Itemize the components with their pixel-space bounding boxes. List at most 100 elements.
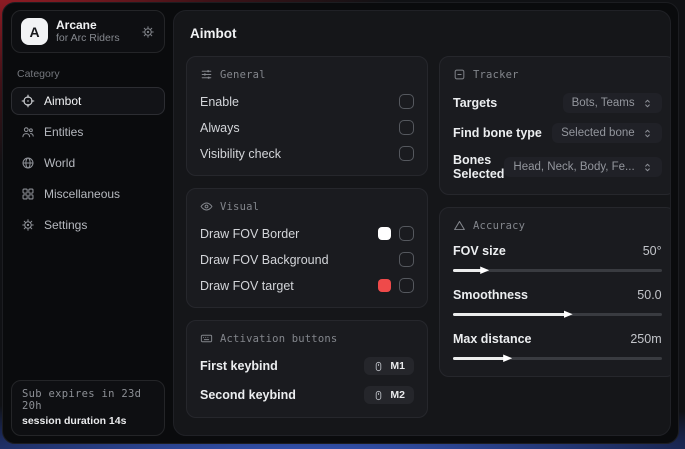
visual-card-title: Visual (220, 201, 259, 213)
sidebar-item-miscellaneous[interactable]: Miscellaneous (11, 180, 165, 208)
users-icon (21, 125, 35, 139)
general-card-title: General (220, 69, 266, 81)
subscription-status-card: Sub expires in 23d 20h session duration … (11, 380, 165, 436)
draw-fov-target-checkbox[interactable] (399, 278, 414, 293)
dropdown-value: Bots, Teams (572, 97, 635, 109)
general-card-header: General (200, 68, 414, 81)
tracker-card-title: Tracker (473, 69, 519, 81)
keyboard-icon (200, 332, 213, 345)
general-card: General Enable Always (186, 56, 428, 176)
dropdown-value: Selected bone (561, 127, 635, 139)
setting-label: Second keybind (200, 388, 296, 402)
accuracy-card-title: Accuracy (473, 220, 525, 232)
slider-fill (453, 313, 566, 316)
left-column: General Enable Always (186, 56, 428, 418)
sidebar-item-label: Miscellaneous (44, 187, 120, 201)
slider-handle[interactable] (564, 310, 573, 319)
activation-buttons-card: Activation buttons First keybind (186, 320, 428, 418)
draw-fov-border-checkbox[interactable] (399, 226, 414, 241)
max-distance-slider[interactable] (453, 354, 662, 363)
setting-label: Smoothness (453, 288, 528, 302)
draw-fov-background-checkbox[interactable] (399, 252, 414, 267)
keybind-value: M2 (390, 389, 405, 401)
slider-handle[interactable] (503, 354, 512, 363)
slider-row: FOV size 50° (453, 244, 662, 275)
sliders-icon (200, 68, 213, 81)
gear-icon (21, 218, 35, 232)
fov-size-value: 50° (643, 244, 662, 258)
setting-label: First keybind (200, 359, 278, 373)
sidebar-item-label: Entities (44, 125, 83, 139)
setting-row: Draw FOV target (200, 277, 414, 294)
bones-selected-dropdown[interactable]: Head, Neck, Body, Fe... (504, 157, 661, 177)
unfold-icon (642, 98, 653, 109)
max-distance-value: 250m (630, 332, 661, 346)
setting-row: Targets Bots, Teams (453, 93, 662, 113)
visual-card: Visual Draw FOV Border Dr (186, 188, 428, 308)
session-duration-text: session duration 14s (22, 415, 154, 427)
sidebar-item-settings[interactable]: Settings (11, 211, 165, 239)
brand-gear-icon[interactable] (141, 25, 155, 39)
slider-handle[interactable] (480, 266, 489, 275)
targets-dropdown[interactable]: Bots, Teams (563, 93, 662, 113)
setting-label: Always (200, 121, 240, 135)
fov-size-slider[interactable] (453, 266, 662, 275)
always-checkbox[interactable] (399, 120, 414, 135)
scan-icon (453, 68, 466, 81)
sidebar-item-entities[interactable]: Entities (11, 118, 165, 146)
setting-row: Draw FOV Border (200, 225, 414, 242)
app-window: A Arcane for Arc Riders Category (2, 2, 679, 444)
fov-border-color-swatch[interactable] (378, 227, 391, 240)
slider-row: Max distance 250m (453, 332, 662, 363)
fov-target-color-swatch[interactable] (378, 279, 391, 292)
setting-label: Max distance (453, 332, 532, 346)
sub-expiry-text: Sub expires in 23d 20h (22, 388, 154, 412)
smoothness-value: 50.0 (637, 288, 661, 302)
grid-icon (21, 187, 35, 201)
activation-card-header: Activation buttons (200, 332, 414, 345)
mouse-icon (373, 390, 384, 401)
setting-row: Enable (200, 93, 414, 110)
setting-label: Enable (200, 95, 239, 109)
desktop-background: A Arcane for Arc Riders Category (0, 0, 685, 449)
setting-label: Bones Selected (453, 153, 504, 181)
dropdown-value: Head, Neck, Body, Fe... (513, 161, 634, 173)
brand-text: Arcane for Arc Riders (56, 19, 133, 45)
page-title: Aimbot (190, 26, 658, 41)
setting-row: First keybind M1 (200, 357, 414, 375)
mouse-icon (373, 361, 384, 372)
crosshair-icon (21, 94, 35, 108)
tracker-card-header: Tracker (453, 68, 662, 81)
visibility-check-checkbox[interactable] (399, 146, 414, 161)
setting-label: Draw FOV Border (200, 227, 299, 241)
slider-fill (453, 269, 482, 272)
slider-row: Smoothness 50.0 (453, 288, 662, 319)
content-columns: General Enable Always (186, 56, 658, 418)
globe-icon (21, 156, 35, 170)
triangle-icon (453, 219, 466, 232)
brand-subtitle: for Arc Riders (56, 32, 133, 44)
find-bone-type-dropdown[interactable]: Selected bone (552, 123, 662, 143)
second-keybind-button[interactable]: M2 (364, 386, 414, 404)
sidebar-item-aimbot[interactable]: Aimbot (11, 87, 165, 115)
setting-row: Find bone type Selected bone (453, 123, 662, 143)
tracker-card: Tracker Targets Bots, Teams (439, 56, 671, 195)
brand-logo: A (21, 18, 48, 45)
sidebar-item-label: Settings (44, 218, 87, 232)
setting-label: Draw FOV Background (200, 253, 329, 267)
unfold-icon (642, 128, 653, 139)
enable-checkbox[interactable] (399, 94, 414, 109)
keybind-value: M1 (390, 360, 405, 372)
first-keybind-button[interactable]: M1 (364, 357, 414, 375)
brand-card: A Arcane for Arc Riders (11, 10, 165, 53)
visual-card-header: Visual (200, 200, 414, 213)
sidebar-item-world[interactable]: World (11, 149, 165, 177)
setting-row: Visibility check (200, 145, 414, 162)
slider-fill (453, 357, 505, 360)
setting-label: Find bone type (453, 126, 542, 140)
sidebar-item-label: World (44, 156, 75, 170)
smoothness-slider[interactable] (453, 310, 662, 319)
setting-label: Draw FOV target (200, 279, 294, 293)
setting-label: FOV size (453, 244, 506, 258)
unfold-icon (642, 162, 653, 173)
